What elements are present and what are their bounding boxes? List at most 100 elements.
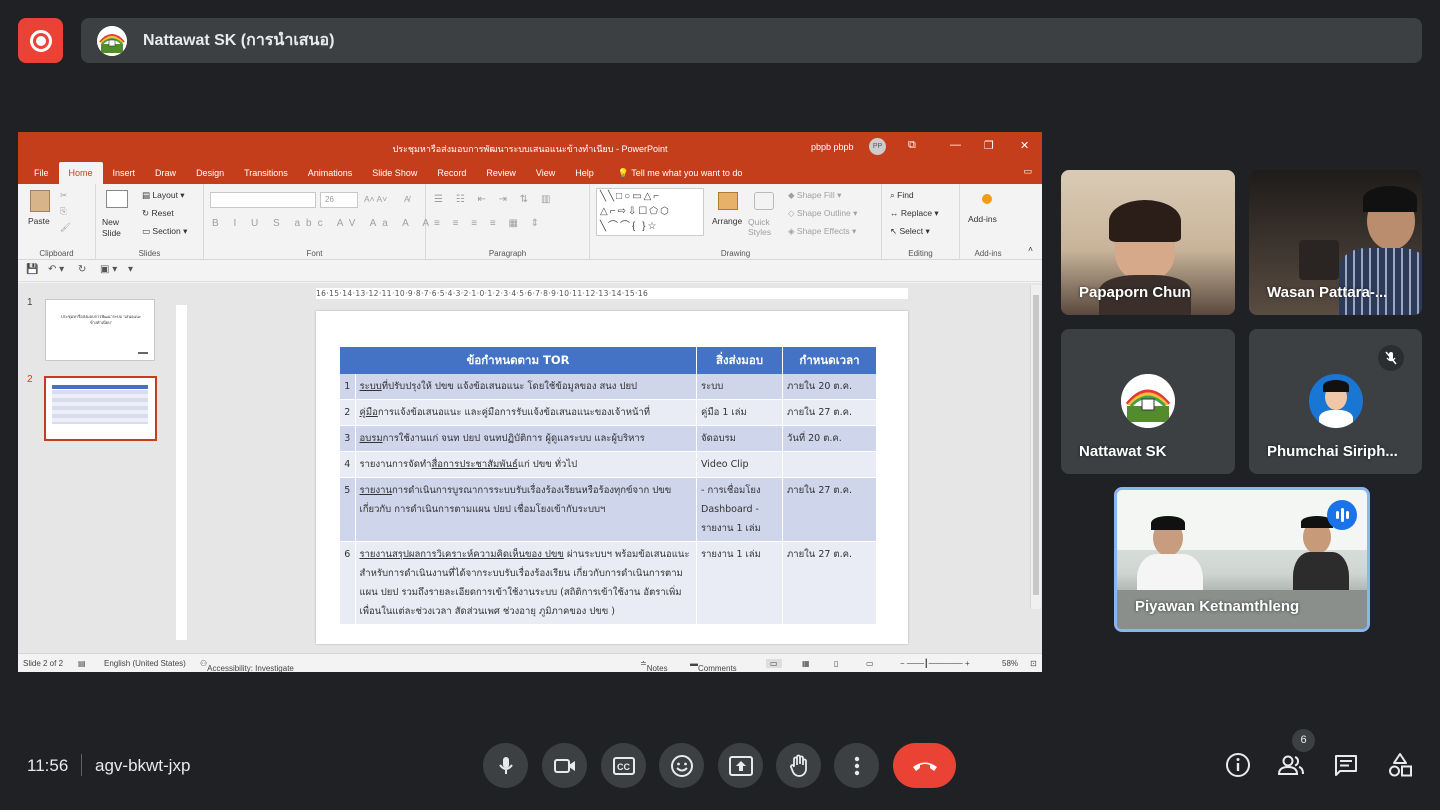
addins-group: Add-ins Add-ins: [960, 184, 1016, 260]
tab-view[interactable]: View: [526, 162, 565, 184]
row-deliverable: รายงาน 1 เล่ม: [696, 541, 783, 625]
row-deadline: ภายใน 20 ต.ค.: [782, 374, 877, 400]
shape-fill-button[interactable]: ◆ Shape Fill ▾: [788, 190, 841, 201]
chat-button[interactable]: [1332, 751, 1360, 779]
reset-button[interactable]: ↻ Reset: [142, 208, 174, 219]
layout-button[interactable]: ▤ Layout ▾: [142, 190, 185, 201]
slide-thumbnail-2[interactable]: [44, 376, 157, 441]
quick-styles-button[interactable]: Quick Styles: [748, 217, 778, 237]
tab-record[interactable]: Record: [427, 162, 476, 184]
requirement-underlined: อบรม: [359, 433, 383, 444]
participant-tile[interactable]: Phumchai Siriph...: [1249, 329, 1422, 474]
find-label: Find: [897, 190, 914, 200]
tab-insert[interactable]: Insert: [103, 162, 146, 184]
list-buttons[interactable]: ☰ ☷ ⇤ ⇥ ⇅ ▥: [434, 194, 555, 205]
tab-review[interactable]: Review: [476, 162, 526, 184]
paste-button[interactable]: Paste: [28, 216, 50, 226]
font-style-buttons[interactable]: B I U S abc AV Aa A A: [212, 218, 435, 229]
spelling-icon[interactable]: ▤: [78, 659, 86, 668]
tab-file[interactable]: File: [24, 162, 59, 184]
slide-sorter-icon[interactable]: ▦: [802, 659, 810, 668]
restore-icon[interactable]: ❐: [984, 139, 994, 152]
present-icon: [728, 755, 753, 776]
present-icon[interactable]: ▣ ▾: [100, 264, 117, 275]
clear-format-icon[interactable]: A̸: [404, 194, 410, 204]
section-button[interactable]: ▭ Section ▾: [142, 226, 187, 237]
captions-icon: CC: [612, 756, 635, 775]
slideshow-view-icon[interactable]: ▭: [866, 659, 874, 668]
zoom-level[interactable]: 58%: [1002, 659, 1018, 668]
active-speaker-tile[interactable]: Piyawan Ketnamthleng: [1114, 487, 1370, 632]
row-requirement: อบรมการใช้งานแก่ จนท ปยป จนท​ปฏิบัติการ …: [355, 425, 697, 452]
redo-icon[interactable]: ↻: [78, 264, 86, 275]
people-button[interactable]: [1277, 751, 1305, 779]
comments-button[interactable]: ▬ Comments: [690, 659, 737, 672]
raise-hand-button[interactable]: [776, 743, 821, 788]
minimize-icon[interactable]: —: [950, 139, 961, 151]
replace-button[interactable]: ↔ Replace ▾: [890, 208, 939, 219]
font-size-value: 26: [325, 195, 334, 204]
add-ins-button[interactable]: Add-ins: [968, 214, 997, 224]
reactions-button[interactable]: [659, 743, 704, 788]
participant-tile[interactable]: Wasan Pattara-...: [1249, 170, 1422, 315]
slide-canvas[interactable]: ข้อกำหนดตาม TOR สิ่งส่งมอบ กำหนดเวลา 1 ร…: [316, 311, 908, 644]
slide-thumbnail-1[interactable]: ประชุมหารือส่งมอบการพัฒนาระบบ "เสนอแนะข้…: [45, 299, 155, 361]
zoom-slider[interactable]: − ───┃────── +: [900, 659, 970, 668]
shape-outline-button[interactable]: ◇ Shape Outline ▾: [788, 208, 857, 219]
slides-label: Slides: [138, 249, 161, 258]
tab-animations[interactable]: Animations: [298, 162, 363, 184]
tab-help[interactable]: Help: [565, 162, 604, 184]
camera-button[interactable]: [542, 743, 587, 788]
ppt-user-avatar[interactable]: PP: [869, 138, 886, 155]
tab-slide-show[interactable]: Slide Show: [362, 162, 427, 184]
grow-font-icon[interactable]: A˄ A˅: [364, 194, 387, 204]
ppt-status-bar: Slide 2 of 2 ▤ English (United States) ⚇…: [18, 653, 1042, 672]
meeting-details-button[interactable]: [1224, 751, 1252, 779]
reading-view-icon[interactable]: ▯: [834, 659, 838, 668]
format-painter-icon[interactable]: 🖌: [60, 222, 71, 233]
comments-icon[interactable]: ▭: [1023, 166, 1032, 177]
more-options-button[interactable]: [834, 743, 879, 788]
tell-me-search[interactable]: 💡 Tell me what you want to do: [618, 162, 743, 184]
font-size-box[interactable]: 26: [320, 192, 358, 208]
microphone-muted-icon: [1378, 345, 1404, 371]
fit-to-window-icon[interactable]: ⊡: [1030, 659, 1037, 668]
copy-icon[interactable]: ⎘: [60, 206, 67, 217]
font-name-box[interactable]: [210, 192, 316, 208]
leave-call-button[interactable]: [893, 743, 956, 788]
arrange-button[interactable]: Arrange: [712, 216, 742, 226]
customize-qat-icon[interactable]: ▾: [128, 264, 133, 275]
captions-button[interactable]: CC: [601, 743, 646, 788]
participant-tile[interactable]: Nattawat SK: [1061, 329, 1235, 474]
normal-view-icon[interactable]: ▭: [766, 659, 782, 668]
activities-icon: [1389, 753, 1412, 777]
undo-icon[interactable]: ↶ ▾: [48, 264, 64, 275]
tab-draw[interactable]: Draw: [145, 162, 186, 184]
select-button[interactable]: ↖ Select ▾: [890, 226, 930, 237]
ribbon-display-icon[interactable]: ⧉: [908, 139, 916, 152]
tab-design[interactable]: Design: [186, 162, 234, 184]
thumbnail-number: 2: [27, 374, 33, 385]
cut-icon[interactable]: ✂: [60, 190, 67, 201]
align-buttons[interactable]: ≡ ≡ ≡ ≡ ▦ ⇕: [434, 218, 544, 229]
present-screen-button[interactable]: [718, 743, 763, 788]
tab-transitions[interactable]: Transitions: [234, 162, 298, 184]
new-slide-button[interactable]: New Slide: [102, 217, 134, 239]
tab-home[interactable]: Home: [58, 162, 103, 184]
activities-button[interactable]: [1386, 751, 1414, 779]
close-icon[interactable]: ✕: [1020, 139, 1029, 152]
microphone-button[interactable]: [483, 743, 528, 788]
participant-count-badge: 6: [1292, 729, 1315, 752]
find-button[interactable]: ⌕ Find: [890, 190, 914, 201]
language-status[interactable]: English (United States): [104, 659, 186, 668]
notes-button[interactable]: ≐ Notes: [640, 659, 668, 672]
collapse-ribbon-icon[interactable]: ˄: [1028, 244, 1033, 254]
horizontal-ruler: 16·15·14·13·12·11·10·9·8·7·6·5·4·3·2·1·0…: [316, 288, 908, 299]
vertical-scrollbar[interactable]: [1030, 285, 1041, 609]
participant-tile[interactable]: Papaporn Chun: [1061, 170, 1235, 315]
save-icon[interactable]: 💾: [26, 264, 38, 275]
shapes-gallery[interactable]: ╲╲□○▭△⌐ △⌐⇨⇩☐⬠⬡ ╲⌒⌒{ }☆: [596, 188, 704, 236]
accessibility-status[interactable]: ⚇ Accessibility: Investigate: [200, 659, 294, 672]
recording-button[interactable]: [18, 18, 63, 63]
shape-effects-button[interactable]: ◈ Shape Effects ▾: [788, 226, 856, 237]
